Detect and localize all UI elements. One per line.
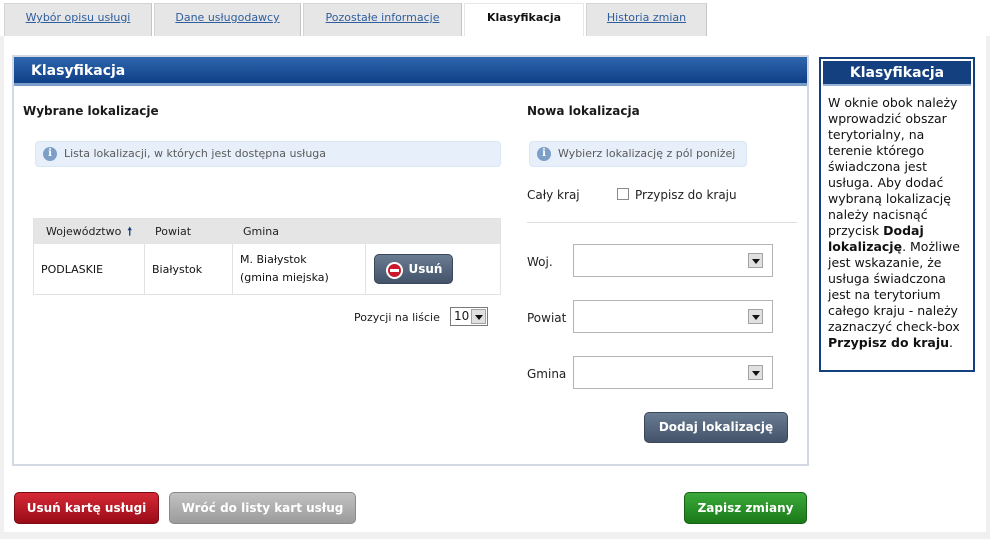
tab-historia-zmian[interactable]: Historia zmian [586,3,707,36]
save-changes-button[interactable]: Zapisz zmiany [684,492,807,524]
delete-card-button[interactable]: Usuń kartę usługi [14,492,159,524]
chevron-down-icon [748,365,763,380]
header-gmina[interactable]: Gmina [243,219,279,244]
panel-title: Klasyfikacja [14,57,807,86]
woj-label: Woj. [527,255,553,269]
sort-up-arrow-icon: 🠕 [127,225,133,238]
powiat-select[interactable] [573,300,773,333]
new-location-info-text: Wybierz lokalizację z pól poniżej [558,147,736,160]
assign-country-label[interactable]: Przypisz do kraju [635,188,737,202]
gmina-name: M. Białystok [240,253,307,266]
whole-country-label: Cały kraj [527,188,580,202]
cell-gmina: M. Białystok (gmina miejska) [233,244,366,294]
chevron-down-icon [748,309,763,324]
gmina-select[interactable] [573,356,773,389]
chevron-down-icon [471,309,486,324]
tab-klasyfikacja[interactable]: Klasyfikacja [464,3,584,36]
info-icon: i [43,147,57,161]
divider [527,222,797,223]
remove-location-button[interactable]: Usuń [374,254,453,284]
header-powiat[interactable]: Powiat [155,219,191,244]
tab-dane-uslugodawcy[interactable]: Dane usługodawcy [154,3,301,36]
new-location-title: Nowa lokalizacja [527,104,640,118]
cell-powiat: Białystok [145,244,233,294]
tab-wybor-opisu-uslugi[interactable]: Wybór opisu usługi [4,3,152,36]
help-text: W oknie obok należy wprowadzić obszar te… [828,95,960,350]
add-location-button[interactable]: Dodaj lokalizację [644,412,788,443]
selected-info-text: Lista lokalizacji, w których jest dostęp… [64,147,327,160]
assign-country-checkbox[interactable] [617,188,629,200]
gmina-type: (gmina miejska) [240,271,329,284]
selected-info-box: i Lista lokalizacji, w których jest dost… [35,141,501,167]
help-title: Klasyfikacja [823,61,971,86]
cell-wojewodztwo: PODLASKIE [34,244,145,294]
new-location-info-box: i Wybierz lokalizację z pól poniżej [529,141,747,167]
tab-pozostale-informacje[interactable]: Pozostałe informacje [303,3,462,36]
header-wojewodztwo[interactable]: Województwo 🠕 [46,219,132,244]
help-box: Klasyfikacja W oknie obok należy wprowad… [819,57,975,372]
per-page-select[interactable]: 10 [450,307,488,326]
powiat-label: Powiat [527,311,567,325]
chevron-down-icon [748,253,763,268]
tab-bar: Wybór opisu usługi Dane usługodawcy Pozo… [0,0,990,36]
woj-select[interactable] [573,244,773,277]
per-page-label: Pozycji na liście [354,311,440,324]
selected-locations-title: Wybrane lokalizacje [23,104,159,118]
table-header: Województwo 🠕 Powiat Gmina [34,219,500,244]
back-to-list-button[interactable]: Wróć do listy kart usług [169,492,356,524]
info-icon: i [537,147,551,161]
gmina-label: Gmina [527,367,567,381]
